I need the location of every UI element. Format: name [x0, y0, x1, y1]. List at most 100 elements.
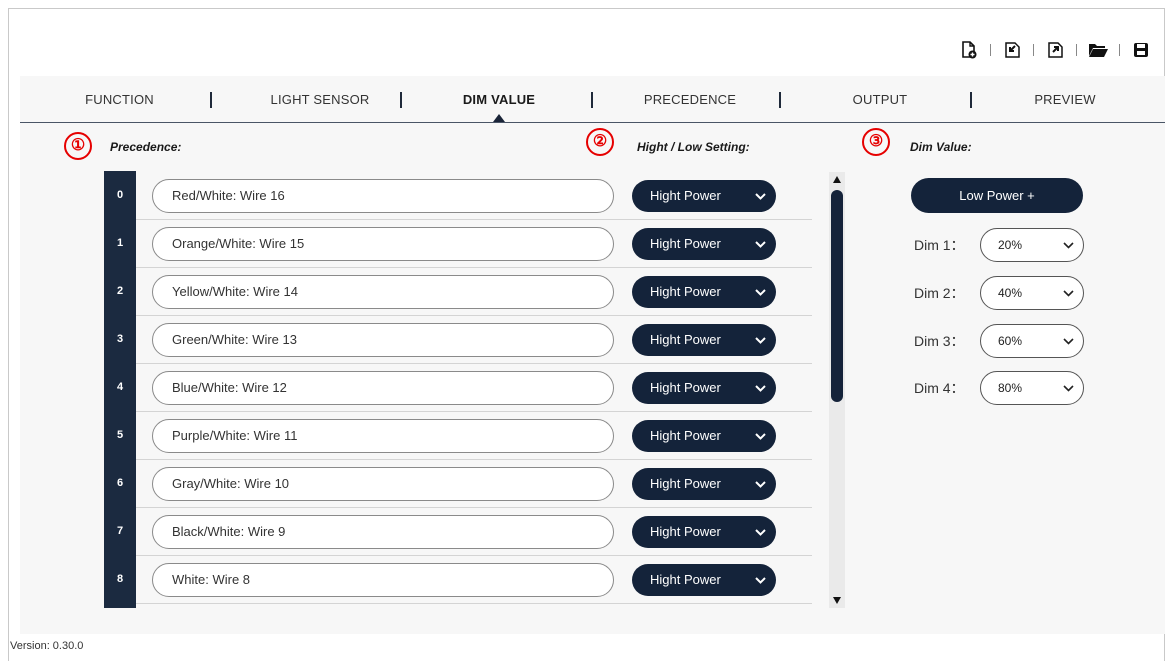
save-icon[interactable] — [1131, 40, 1151, 60]
toolbar-separator — [1076, 44, 1077, 56]
dim-value-title: Dim Value: — [910, 140, 972, 154]
row-index: 7 — [116, 525, 124, 537]
dim-select[interactable]: 80% — [980, 371, 1084, 405]
power-select-value: Hight Power — [650, 236, 721, 251]
wire-field[interactable]: Green/White: Wire 13 — [152, 323, 614, 357]
wire-field[interactable]: Blue/White: Wire 12 — [152, 371, 614, 405]
power-select[interactable]: Hight Power — [632, 468, 776, 500]
dim-select-value: 20% — [998, 238, 1023, 252]
dim-label: Dim 4： — [914, 380, 965, 396]
toolbar-separator — [990, 44, 991, 56]
dim-select-value: 80% — [998, 381, 1023, 395]
tab-separator — [970, 92, 972, 108]
power-select[interactable]: Hight Power — [632, 372, 776, 404]
active-tab-caret-icon — [493, 114, 505, 122]
power-select[interactable]: Hight Power — [632, 324, 776, 356]
row-index: 2 — [116, 285, 124, 297]
chevron-down-icon — [755, 228, 766, 260]
tab-underline — [20, 122, 1165, 123]
row-divider — [136, 459, 812, 460]
chevron-down-icon — [1063, 229, 1074, 261]
tab-separator — [779, 92, 781, 108]
new-file-icon[interactable] — [959, 40, 979, 60]
power-select[interactable]: Hight Power — [632, 420, 776, 452]
export-icon[interactable] — [1045, 40, 1065, 60]
power-select[interactable]: Hight Power — [632, 276, 776, 308]
import-icon[interactable] — [1002, 40, 1022, 60]
chevron-down-icon — [1063, 372, 1074, 404]
chevron-down-icon — [755, 420, 766, 452]
chevron-down-icon — [1063, 325, 1074, 357]
chevron-down-icon — [1063, 277, 1074, 309]
power-select[interactable]: Hight Power — [632, 516, 776, 548]
chevron-down-icon — [755, 564, 766, 596]
power-select-value: Hight Power — [650, 476, 721, 491]
power-select-value: Hight Power — [650, 332, 721, 347]
power-select-value: Hight Power — [650, 188, 721, 203]
scroll-down-icon[interactable] — [833, 597, 841, 604]
row-divider — [136, 555, 812, 556]
power-select-value: Hight Power — [650, 524, 721, 539]
version-label: Version: 0.30.0 — [10, 640, 84, 652]
hight-low-setting-title: Hight / Low Setting: — [637, 140, 750, 154]
wire-field[interactable]: White: Wire 8 — [152, 563, 614, 597]
dim-select[interactable]: 20% — [980, 228, 1084, 262]
dim-select[interactable]: 40% — [980, 276, 1084, 310]
scroll-up-icon[interactable] — [833, 176, 841, 183]
row-divider — [136, 507, 812, 508]
chevron-down-icon — [755, 468, 766, 500]
row-index: 6 — [116, 477, 124, 489]
section-marker-2: ② — [586, 128, 614, 156]
row-index: 5 — [116, 429, 124, 441]
row-divider — [136, 267, 812, 268]
tab-precedence[interactable]: PRECEDENCE — [610, 78, 770, 122]
power-select[interactable]: Hight Power — [632, 180, 776, 212]
power-select-value: Hight Power — [650, 284, 721, 299]
tab-separator — [591, 92, 593, 108]
row-index: 4 — [116, 381, 124, 393]
precedence-index-column: 0 1 2 3 4 5 6 7 8 — [104, 171, 136, 608]
wire-field[interactable]: Gray/White: Wire 10 — [152, 467, 614, 501]
row-index: 0 — [116, 189, 124, 201]
tab-bar: FUNCTION LIGHT SENSOR DIM VALUE PRECEDEN… — [20, 78, 1165, 123]
tab-function[interactable]: FUNCTION — [52, 78, 187, 122]
precedence-title: Precedence: — [110, 140, 182, 154]
toolbar — [959, 40, 1151, 60]
power-select[interactable]: Hight Power — [632, 228, 776, 260]
wire-field[interactable]: Purple/White: Wire 11 — [152, 419, 614, 453]
scrollbar[interactable] — [829, 172, 845, 608]
tab-output[interactable]: OUTPUT — [800, 78, 960, 122]
dim-select-value: 60% — [998, 334, 1023, 348]
chevron-down-icon — [755, 276, 766, 308]
toolbar-separator — [1119, 44, 1120, 56]
row-divider — [136, 363, 812, 364]
row-index: 8 — [116, 573, 124, 585]
tab-preview[interactable]: PREVIEW — [985, 78, 1145, 122]
power-select[interactable]: Hight Power — [632, 564, 776, 596]
wire-field[interactable]: Red/White: Wire 16 — [152, 179, 614, 213]
section-marker-1: ① — [64, 132, 92, 160]
dim-label: Dim 2： — [914, 285, 965, 301]
row-divider — [136, 219, 812, 220]
dim-label: Dim 1： — [914, 237, 965, 253]
wire-field[interactable]: Black/White: Wire 9 — [152, 515, 614, 549]
open-folder-icon[interactable] — [1088, 40, 1108, 60]
toolbar-separator — [1033, 44, 1034, 56]
low-power-button[interactable]: Low Power + — [911, 178, 1083, 213]
dim-select[interactable]: 60% — [980, 324, 1084, 358]
dim-label: Dim 3： — [914, 333, 965, 349]
chevron-down-icon — [755, 180, 766, 212]
power-select-value: Hight Power — [650, 572, 721, 587]
power-select-value: Hight Power — [650, 380, 721, 395]
scrollbar-thumb[interactable] — [831, 190, 843, 402]
tab-separator — [400, 92, 402, 108]
chevron-down-icon — [755, 516, 766, 548]
tab-light-sensor[interactable]: LIGHT SENSOR — [240, 78, 400, 122]
wire-field[interactable]: Orange/White: Wire 15 — [152, 227, 614, 261]
row-index: 3 — [116, 333, 124, 345]
row-index: 1 — [116, 237, 124, 249]
wire-field[interactable]: Yellow/White: Wire 14 — [152, 275, 614, 309]
tab-separator — [210, 92, 212, 108]
dim-select-value: 40% — [998, 286, 1023, 300]
power-select-value: Hight Power — [650, 428, 721, 443]
